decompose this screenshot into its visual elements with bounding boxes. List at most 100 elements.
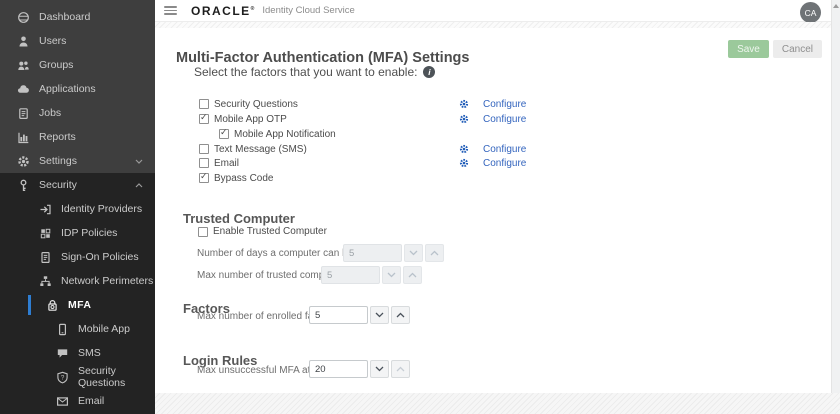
sidebar-item-mfa[interactable]: MFA [0, 293, 155, 317]
sidebar-item-dashboard[interactable]: Dashboard [0, 5, 155, 29]
sidebar-item-label: Applications [39, 83, 96, 95]
sidebar-item-email[interactable]: Email [0, 389, 155, 413]
configure-link[interactable]: Configure [483, 144, 526, 155]
sidebar-item-security-questions[interactable]: ? Security Questions [0, 365, 155, 389]
configure-gear-icon[interactable] [459, 99, 469, 109]
sidebar-item-label: Jobs [39, 107, 61, 119]
max-computers-input [321, 266, 380, 284]
info-icon[interactable]: i [423, 66, 435, 78]
sidebar-item-mobile-app[interactable]: Mobile App [0, 317, 155, 341]
sidebar-item-network-perimeters[interactable]: Network Perimeters [0, 269, 155, 293]
sidebar-item-jobs[interactable]: Jobs [0, 101, 155, 125]
scrollbar[interactable] [831, 0, 840, 393]
configure-gear-icon[interactable] [459, 158, 469, 168]
svg-text:?: ? [60, 374, 64, 381]
enable-trusted-computer-row: Enable Trusted Computer [198, 226, 327, 237]
decrement-button [382, 266, 401, 284]
increment-button [425, 244, 444, 262]
phone-icon [55, 323, 69, 336]
increment-button [391, 360, 410, 378]
gear-icon [16, 155, 30, 168]
sidebar-item-label: Reports [39, 131, 76, 143]
enrolled-factors-spinner [309, 306, 410, 324]
intro-line: Select the factors that you want to enab… [194, 65, 435, 79]
days-trusted-spinner [343, 244, 444, 262]
sidebar-item-label: IDP Policies [61, 227, 117, 239]
factor-row: ✓ Mobile App OTP Configure [199, 113, 759, 125]
sidebar-item-sms[interactable]: SMS [0, 341, 155, 365]
chevron-up-icon [135, 183, 143, 188]
registered-mark: ® [251, 6, 255, 12]
sidebar-item-idp-policies[interactable]: IDP Policies [0, 221, 155, 245]
sidebar-item-label: SMS [78, 347, 101, 359]
sidebar-item-label: Settings [39, 155, 77, 167]
sidebar-item-reports[interactable]: Reports [0, 125, 155, 149]
configure-gear-icon[interactable] [459, 144, 469, 154]
sidebar-item-settings[interactable]: Settings [0, 149, 155, 173]
decrement-button[interactable] [370, 360, 389, 378]
grid-icon [38, 227, 52, 240]
page-title: Multi-Factor Authentication (MFA) Settin… [176, 50, 469, 66]
save-button[interactable]: Save [728, 40, 769, 58]
bar-chart-icon [16, 131, 30, 144]
app-window: Dashboard Users Groups Applications [0, 0, 840, 414]
increment-button [403, 266, 422, 284]
max-computers-spinner [321, 266, 422, 284]
lock-icon [45, 299, 59, 312]
sidebar-item-label: Security [39, 179, 77, 191]
hamburger-menu-icon[interactable] [164, 6, 177, 15]
sidebar-main-section: Dashboard Users Groups Applications [0, 0, 155, 173]
mfa-attempts-spinner [309, 360, 410, 378]
checkbox-text-message-sms[interactable] [199, 144, 209, 154]
document-icon [38, 251, 52, 264]
trusted-computer-heading: Trusted Computer [183, 211, 295, 226]
avatar[interactable]: CA [800, 2, 821, 23]
sidebar-item-groups[interactable]: Groups [0, 53, 155, 77]
configure-link[interactable]: Configure [483, 114, 526, 125]
sidebar-item-identity-providers[interactable]: Identity Providers [0, 197, 155, 221]
sidebar-item-security[interactable]: Security [0, 173, 155, 197]
sidebar: Dashboard Users Groups Applications [0, 0, 155, 414]
decrement-button [404, 244, 423, 262]
increment-button[interactable] [391, 306, 410, 324]
sidebar-item-users[interactable]: Users [0, 29, 155, 53]
checkbox-email[interactable] [199, 158, 209, 168]
configure-gear-icon[interactable] [459, 114, 469, 124]
sidebar-item-label: Users [39, 35, 66, 47]
decrement-button[interactable] [370, 306, 389, 324]
checkbox-enable-trusted-computer[interactable] [198, 227, 208, 237]
sidebar-item-applications[interactable]: Applications [0, 77, 155, 101]
cancel-button[interactable]: Cancel [773, 40, 822, 58]
mfa-attempts-input[interactable] [309, 360, 368, 378]
checkbox-security-questions[interactable] [199, 99, 209, 109]
dashboard-icon [16, 11, 30, 24]
checkbox-bypass-code[interactable]: ✓ [199, 173, 209, 183]
sidebar-item-sign-on-policies[interactable]: Sign-On Policies [0, 245, 155, 269]
groups-icon [16, 59, 30, 72]
main-content: Multi-Factor Authentication (MFA) Settin… [155, 28, 832, 393]
sidebar-item-label: MFA [68, 299, 91, 311]
checkbox-mobile-app-otp[interactable]: ✓ [199, 114, 209, 124]
sitemap-icon [38, 275, 52, 288]
identity-providers-icon [38, 203, 52, 216]
sidebar-item-label: Identity Providers [61, 203, 142, 215]
shield-question-icon: ? [55, 371, 69, 384]
days-trusted-input [343, 244, 402, 262]
service-name: Identity Cloud Service [262, 5, 354, 16]
sidebar-item-label: Security Questions [78, 365, 155, 389]
enrolled-factors-input[interactable] [309, 306, 368, 324]
scroll-up-arrow-icon[interactable] [833, 4, 839, 8]
configure-link[interactable]: Configure [483, 158, 526, 169]
chat-icon [55, 347, 69, 360]
factor-row: Email Configure [199, 157, 759, 169]
configure-link[interactable]: Configure [483, 99, 526, 110]
sidebar-security-section: Security Identity Providers IDP Policies [0, 173, 155, 414]
footer-band [155, 393, 840, 414]
factor-row: Text Message (SMS) Configure [199, 143, 759, 155]
envelope-icon [55, 395, 69, 408]
factor-row: ✓ Mobile App Notification [199, 128, 759, 140]
key-icon [16, 179, 30, 192]
sidebar-item-label: Email [78, 395, 104, 407]
intro-text: Select the factors that you want to enab… [194, 65, 417, 79]
checkbox-mobile-app-notification[interactable]: ✓ [219, 129, 229, 139]
